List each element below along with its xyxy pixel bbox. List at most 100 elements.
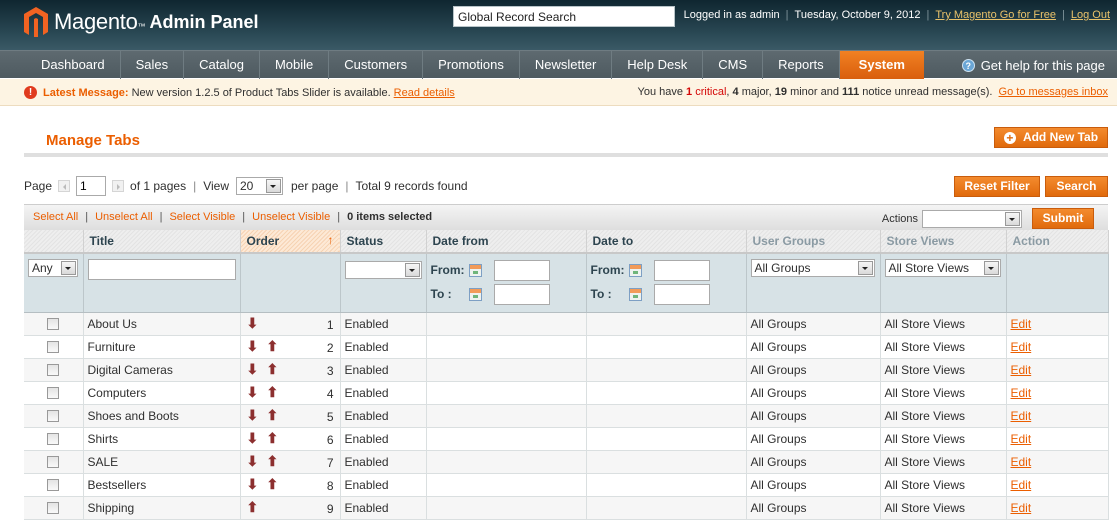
table-row: Bestsellers ⬇ ⬆ 8 Enabled All Groups All… — [24, 473, 1109, 497]
nav-item-mobile[interactable]: Mobile — [260, 51, 330, 79]
column-header-order[interactable]: Order ↑ — [239, 230, 341, 254]
date-from-from-label: From: — [430, 263, 465, 277]
edit-link[interactable]: Edit — [1011, 363, 1032, 377]
row-checkbox[interactable] — [47, 479, 60, 491]
table-row: Shoes and Boots ⬇ ⬆ 5 Enabled All Groups… — [24, 404, 1109, 428]
column-header-date-to[interactable]: Date to — [586, 230, 747, 254]
column-header-date-from[interactable]: Date from — [426, 230, 587, 254]
nav-item-newsletter[interactable]: Newsletter — [520, 51, 613, 79]
per-page-label: per page — [291, 179, 339, 193]
nav-item-catalog[interactable]: Catalog — [184, 51, 260, 79]
try-magento-go-link[interactable]: Try Magento Go for Free — [935, 9, 1056, 21]
edit-link[interactable]: Edit — [1011, 386, 1032, 400]
read-details-link[interactable]: Read details — [394, 87, 455, 99]
sort-ascending-icon: ↑ — [327, 233, 334, 247]
summary-prefix: You have — [637, 86, 683, 98]
messages-inbox-link[interactable]: Go to messages inbox — [999, 86, 1108, 98]
date-from-from-input[interactable] — [493, 259, 550, 281]
edit-link[interactable]: Edit — [1011, 409, 1032, 423]
add-new-tab-label: Add New Tab — [1022, 130, 1099, 144]
move-down-icon[interactable]: ⬇ — [247, 453, 259, 470]
edit-link[interactable]: Edit — [1011, 501, 1032, 515]
move-up-icon[interactable]: ⬆ — [267, 361, 279, 378]
tabs-grid: Title Order ↑ Status Date from Date to U… — [24, 230, 1109, 520]
page-title: Manage Tabs — [46, 132, 140, 149]
move-down-icon[interactable]: ⬇ — [247, 361, 259, 378]
previous-page-icon[interactable] — [58, 180, 71, 192]
move-down-icon[interactable]: ⬇ — [247, 338, 259, 355]
nav-item-help-desk[interactable]: Help Desk — [612, 51, 704, 79]
row-store-views: All Store Views — [880, 404, 1007, 428]
edit-link[interactable]: Edit — [1011, 340, 1032, 354]
reset-filter-button[interactable]: Reset Filter — [954, 176, 1040, 197]
help-link[interactable]: ? Get help for this page — [961, 51, 1105, 79]
move-up-icon[interactable]: ⬆ — [247, 499, 259, 516]
move-down-icon[interactable]: ⬇ — [247, 315, 259, 332]
next-page-icon[interactable] — [112, 180, 125, 192]
move-up-icon[interactable]: ⬆ — [267, 407, 279, 424]
row-checkbox[interactable] — [47, 318, 60, 330]
move-up-icon[interactable]: ⬆ — [267, 476, 279, 493]
user-groups-filter-select[interactable]: All Groups — [750, 259, 875, 277]
date-to-to-input[interactable] — [653, 283, 710, 305]
nav-item-cms[interactable]: CMS — [703, 51, 764, 79]
move-up-icon[interactable]: ⬆ — [267, 453, 279, 470]
row-status: Enabled — [340, 381, 427, 405]
select-visible-link[interactable]: Select Visible — [169, 211, 235, 223]
row-checkbox[interactable] — [47, 502, 60, 514]
magento-logo[interactable]: Magento ™ Admin Panel — [24, 6, 259, 38]
nav-item-promotions[interactable]: Promotions — [423, 51, 520, 79]
move-down-icon[interactable]: ⬇ — [247, 476, 259, 493]
date-from-to-input[interactable] — [493, 283, 550, 305]
edit-link[interactable]: Edit — [1011, 455, 1032, 469]
row-checkbox[interactable] — [47, 456, 60, 468]
unselect-all-link[interactable]: Unselect All — [95, 211, 152, 223]
page-number-input[interactable] — [76, 176, 107, 196]
submit-button[interactable]: Submit — [1032, 208, 1094, 229]
nav-item-system[interactable]: System — [839, 51, 924, 79]
massaction-filter-select[interactable]: Any — [28, 259, 78, 277]
row-date-from — [426, 404, 587, 428]
actions-select[interactable] — [922, 209, 1022, 228]
date-to-from-input[interactable] — [653, 259, 710, 281]
status-filter-select[interactable] — [344, 261, 422, 279]
nav-item-reports[interactable]: Reports — [763, 51, 840, 79]
calendar-icon[interactable] — [628, 263, 642, 277]
column-header-title[interactable]: Title — [83, 230, 241, 254]
add-new-tab-button[interactable]: + Add New Tab — [994, 127, 1108, 148]
title-filter-input[interactable] — [87, 259, 236, 280]
row-store-views: All Store Views — [880, 427, 1007, 451]
move-down-icon[interactable]: ⬇ — [247, 407, 259, 424]
row-checkbox[interactable] — [47, 364, 60, 376]
separator: | — [1062, 9, 1065, 21]
nav-item-dashboard[interactable]: Dashboard — [26, 51, 121, 79]
calendar-icon[interactable] — [628, 287, 642, 301]
row-checkbox[interactable] — [47, 410, 60, 422]
calendar-icon[interactable] — [468, 263, 482, 277]
select-all-link[interactable]: Select All — [33, 211, 78, 223]
row-checkbox[interactable] — [47, 433, 60, 445]
unselect-visible-link[interactable]: Unselect Visible — [252, 211, 330, 223]
row-checkbox[interactable] — [47, 341, 60, 353]
move-up-icon[interactable]: ⬆ — [267, 430, 279, 447]
nav-item-sales[interactable]: Sales — [121, 51, 185, 79]
per-page-select[interactable]: 20 — [236, 177, 283, 195]
row-checkbox[interactable] — [47, 387, 60, 399]
move-up-icon[interactable]: ⬆ — [267, 338, 279, 355]
move-down-icon[interactable]: ⬇ — [247, 384, 259, 401]
edit-link[interactable]: Edit — [1011, 317, 1032, 331]
brand-name: Magento — [54, 9, 138, 34]
edit-link[interactable]: Edit — [1011, 432, 1032, 446]
global-search-input[interactable] — [453, 6, 675, 27]
edit-link[interactable]: Edit — [1011, 478, 1032, 492]
store-views-filter-select[interactable]: All Store Views — [884, 259, 1001, 277]
logout-link[interactable]: Log Out — [1071, 9, 1110, 21]
row-status: Enabled — [340, 404, 427, 428]
search-button[interactable]: Search — [1045, 176, 1108, 197]
calendar-icon[interactable] — [468, 287, 482, 301]
row-date-from — [426, 381, 587, 405]
move-up-icon[interactable]: ⬆ — [267, 384, 279, 401]
column-header-status[interactable]: Status — [340, 230, 427, 254]
move-down-icon[interactable]: ⬇ — [247, 430, 259, 447]
nav-item-customers[interactable]: Customers — [329, 51, 424, 79]
